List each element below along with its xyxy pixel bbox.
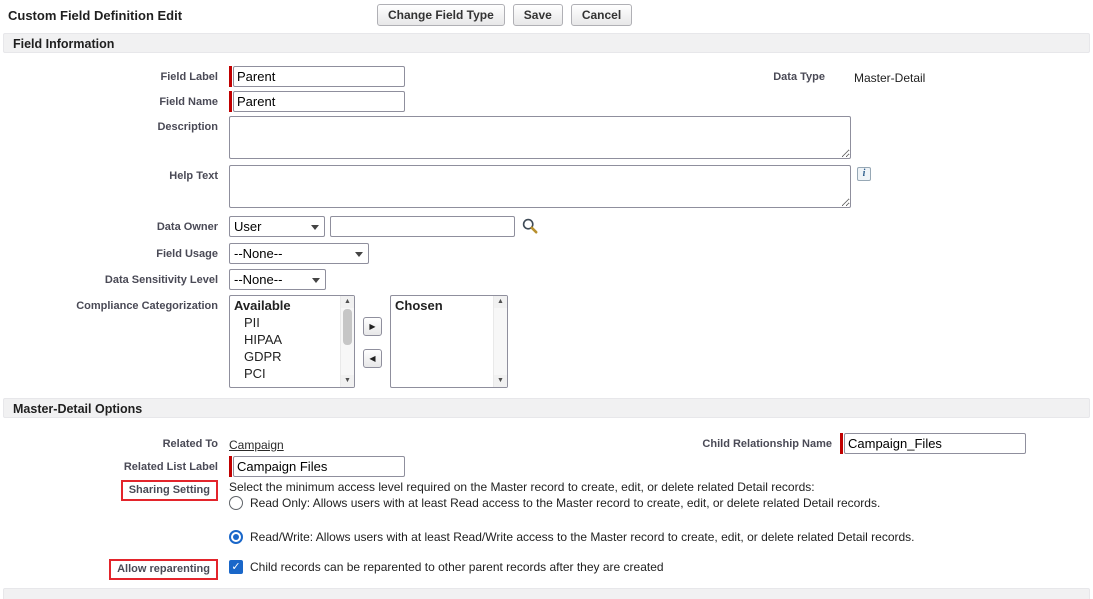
section-header-field-information: Field Information bbox=[3, 33, 1090, 53]
data-owner-label: Data Owner bbox=[0, 216, 229, 233]
data-type-label: Data Type bbox=[660, 66, 825, 85]
required-indicator bbox=[229, 91, 232, 112]
read-only-option: Read Only: Allows users with at least Re… bbox=[229, 495, 915, 511]
data-sensitivity-label: Data Sensitivity Level bbox=[0, 269, 229, 286]
field-information-body: Field Label Data Type Master-Detail Fiel… bbox=[0, 53, 1093, 398]
data-owner-type-select[interactable]: User bbox=[229, 216, 325, 237]
field-usage-value: --None-- bbox=[234, 246, 282, 261]
toolbar: Change Field Type Save Cancel bbox=[377, 4, 632, 26]
allow-reparenting-checkbox[interactable]: ✓ bbox=[229, 560, 243, 574]
required-indicator bbox=[229, 456, 232, 477]
data-sensitivity-value: --None-- bbox=[234, 272, 282, 287]
field-name-input[interactable] bbox=[233, 91, 405, 112]
chevron-down-icon bbox=[312, 278, 320, 283]
related-list-label-input[interactable] bbox=[233, 456, 405, 477]
data-sensitivity-select[interactable]: --None-- bbox=[229, 269, 326, 290]
scrollbar[interactable]: ▲ ▼ bbox=[493, 296, 507, 387]
scroll-down-icon[interactable]: ▼ bbox=[494, 375, 507, 387]
compliance-row: Compliance Categorization Available PII … bbox=[0, 295, 1093, 388]
read-only-option-label: Read Only: Allows users with at least Re… bbox=[250, 495, 880, 511]
field-label-input[interactable] bbox=[233, 66, 405, 87]
radio-dot bbox=[233, 534, 239, 540]
list-item[interactable]: PCI bbox=[230, 365, 354, 382]
scroll-up-icon[interactable]: ▲ bbox=[341, 296, 354, 308]
related-to-label: Related To bbox=[0, 433, 229, 450]
list-item[interactable]: PII bbox=[230, 314, 354, 331]
chevron-down-icon bbox=[355, 252, 363, 257]
help-text-row: Help Text i bbox=[0, 165, 1093, 208]
chevron-down-icon bbox=[311, 225, 319, 230]
info-icon[interactable]: i bbox=[857, 167, 871, 181]
sharing-setting-intro: Select the minimum access level required… bbox=[229, 480, 915, 495]
allow-reparenting-row: Allow reparenting ✓ Child records can be… bbox=[0, 559, 1093, 580]
available-listbox[interactable]: Available PII HIPAA GDPR PCI ▲ ▼ bbox=[229, 295, 355, 388]
lookup-button[interactable] bbox=[520, 217, 539, 236]
move-buttons: ▶ ◀ bbox=[363, 317, 382, 368]
sharing-setting-label-cell: Sharing Setting bbox=[0, 480, 229, 501]
top-bar: Custom Field Definition Edit Change Fiel… bbox=[0, 0, 1093, 33]
change-field-type-button[interactable]: Change Field Type bbox=[377, 4, 505, 26]
required-indicator bbox=[840, 433, 843, 454]
field-name-label: Field Name bbox=[0, 91, 229, 108]
related-to-row: Related To Campaign Child Relationship N… bbox=[0, 433, 1093, 453]
scroll-up-icon[interactable]: ▲ bbox=[494, 296, 507, 308]
related-to-link[interactable]: Campaign bbox=[229, 433, 284, 452]
custom-field-definition-edit-page: Custom Field Definition Edit Change Fiel… bbox=[0, 0, 1093, 580]
save-button[interactable]: Save bbox=[513, 4, 563, 26]
data-type-pair: Data Type Master-Detail bbox=[660, 66, 925, 85]
field-label-row: Field Label Data Type Master-Detail bbox=[0, 66, 1093, 87]
related-list-label-row: Related List Label bbox=[0, 456, 1093, 477]
help-text-textarea[interactable] bbox=[229, 165, 851, 208]
read-write-option: Read/Write: Allows users with at least R… bbox=[229, 529, 915, 545]
list-item[interactable]: HIPAA bbox=[230, 331, 354, 348]
available-list-title: Available bbox=[230, 296, 354, 314]
data-owner-row: Data Owner User bbox=[0, 216, 1093, 237]
child-relationship-name-input[interactable] bbox=[844, 433, 1026, 454]
chosen-listbox[interactable]: Chosen ▲ ▼ bbox=[390, 295, 508, 388]
allow-reparenting-checkbox-label: Child records can be reparented to other… bbox=[250, 559, 664, 575]
child-relationship-name-label: Child Relationship Name bbox=[585, 433, 840, 454]
field-usage-row: Field Usage --None-- bbox=[0, 243, 1093, 264]
scroll-down-icon[interactable]: ▼ bbox=[341, 375, 354, 387]
next-section-bar bbox=[3, 588, 1090, 599]
allow-reparenting-label-cell: Allow reparenting bbox=[0, 559, 229, 580]
compliance-label: Compliance Categorization bbox=[0, 295, 229, 312]
scrollbar[interactable]: ▲ ▼ bbox=[340, 296, 354, 387]
data-owner-type-value: User bbox=[234, 219, 261, 234]
magnifier-icon bbox=[521, 223, 539, 238]
data-type-value: Master-Detail bbox=[854, 66, 925, 85]
field-name-row: Field Name bbox=[0, 91, 1093, 112]
section-header-master-detail-options: Master-Detail Options bbox=[3, 398, 1090, 418]
read-write-option-label: Read/Write: Allows users with at least R… bbox=[250, 529, 915, 545]
scrollbar-thumb[interactable] bbox=[343, 309, 352, 345]
sharing-setting-label: Sharing Setting bbox=[129, 484, 210, 496]
sharing-setting-row: Sharing Setting Select the minimum acces… bbox=[0, 480, 1093, 545]
allow-reparenting-label: Allow reparenting bbox=[117, 563, 210, 575]
chosen-list-title: Chosen bbox=[391, 296, 507, 314]
annotation-box-allow-reparenting: Allow reparenting bbox=[109, 559, 218, 580]
list-item[interactable]: GDPR bbox=[230, 348, 354, 365]
description-textarea[interactable] bbox=[229, 116, 851, 159]
cancel-button[interactable]: Cancel bbox=[571, 4, 632, 26]
data-owner-input[interactable] bbox=[330, 216, 515, 237]
help-text-label: Help Text bbox=[0, 165, 229, 182]
master-detail-options-body: Related To Campaign Child Relationship N… bbox=[0, 418, 1093, 580]
move-right-button[interactable]: ▶ bbox=[363, 317, 382, 336]
page-title: Custom Field Definition Edit bbox=[8, 8, 182, 23]
annotation-box-sharing-setting: Sharing Setting bbox=[121, 480, 218, 501]
description-label: Description bbox=[0, 116, 229, 133]
field-usage-label: Field Usage bbox=[0, 243, 229, 260]
field-usage-select[interactable]: --None-- bbox=[229, 243, 369, 264]
field-label-label: Field Label bbox=[0, 66, 229, 83]
read-write-radio[interactable] bbox=[229, 530, 243, 544]
read-only-radio[interactable] bbox=[229, 496, 243, 510]
child-relationship-pair: Child Relationship Name bbox=[585, 433, 1026, 454]
data-sensitivity-row: Data Sensitivity Level --None-- bbox=[0, 269, 1093, 290]
description-row: Description bbox=[0, 116, 1093, 159]
required-indicator bbox=[229, 66, 232, 87]
move-left-button[interactable]: ◀ bbox=[363, 349, 382, 368]
related-list-label-label: Related List Label bbox=[0, 456, 229, 473]
